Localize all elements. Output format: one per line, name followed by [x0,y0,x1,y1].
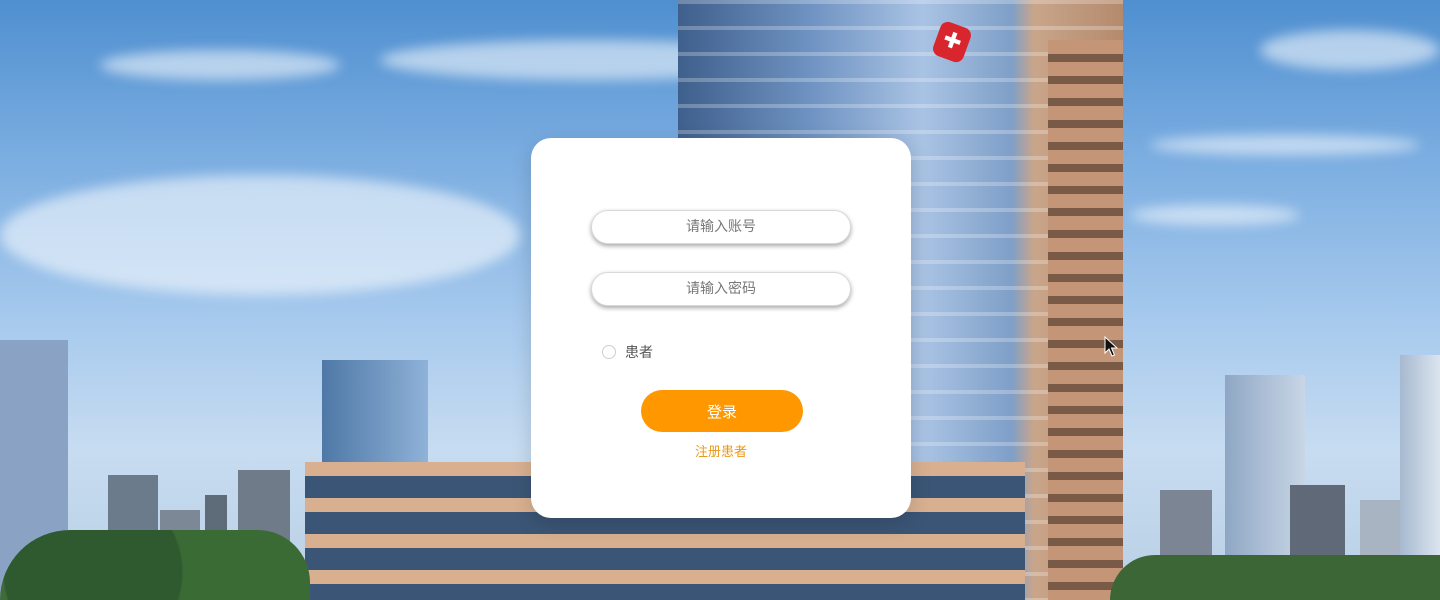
trees [1110,555,1440,600]
account-input[interactable] [592,211,850,243]
cloud [100,50,340,80]
hospital-tower-brick [1048,40,1123,600]
register-patient-link[interactable]: 注册患者 [531,441,911,460]
trees [0,530,310,600]
cloud [1150,135,1420,155]
cloud [0,175,520,295]
mouse-cursor-icon [1104,336,1118,357]
role-radio-patient[interactable]: 患者 [602,342,653,362]
password-field [591,272,851,306]
cloud [1130,205,1300,225]
login-card: 患者 登录 注册患者 [531,138,911,518]
account-field [591,210,851,244]
cloud [1260,30,1440,70]
password-input[interactable] [592,273,850,305]
login-button[interactable]: 登录 [641,390,803,432]
radio-unchecked-icon[interactable] [602,345,616,359]
role-radio-label: 患者 [625,345,653,361]
